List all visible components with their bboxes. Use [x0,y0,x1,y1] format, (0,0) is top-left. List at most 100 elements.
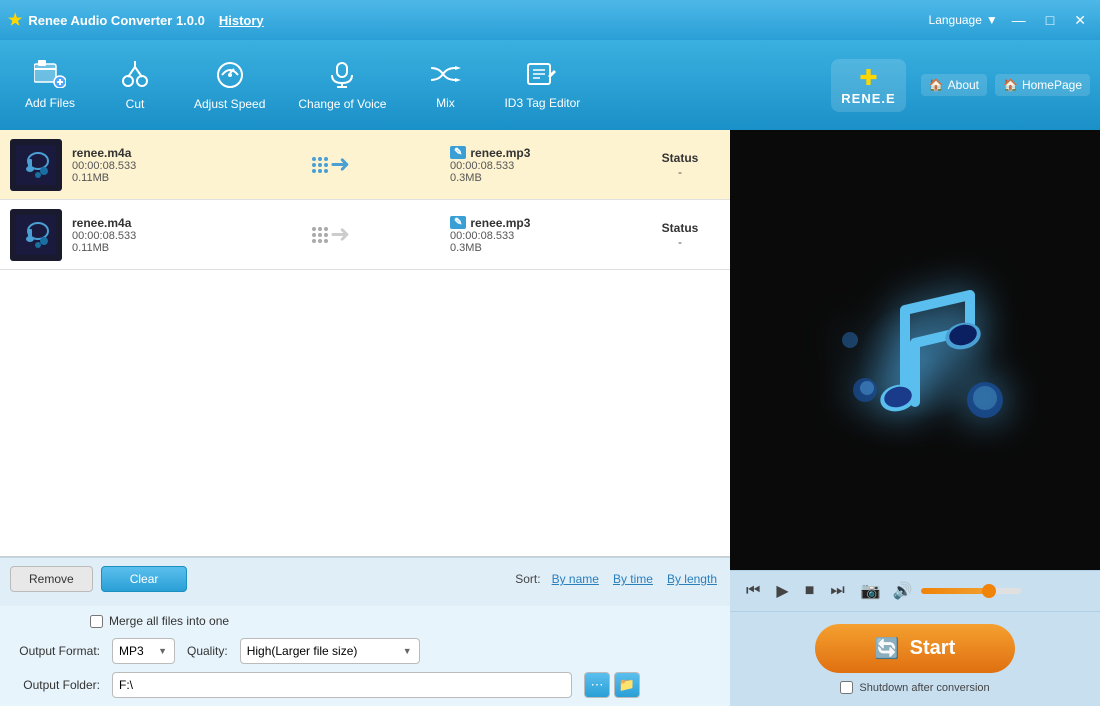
nav-links: 🏠 About 🏠 HomePage [921,74,1090,96]
folder-open-button[interactable]: 📁 [614,672,640,698]
homepage-icon: 🏠 [1003,78,1018,92]
merge-label[interactable]: Merge all files into one [109,614,229,628]
adjust-speed-icon [214,59,246,93]
volume-handle[interactable] [982,584,996,598]
brand-name: RENE.E [841,91,895,106]
bottom-controls: Remove Clear Sort: By name By time By le… [0,557,730,606]
app-title: Renee Audio Converter 1.0.0 [28,13,205,28]
play-button[interactable]: ▶ [772,579,792,603]
file-list[interactable]: renee.m4a 00:00:08.533 0.11MB ➜ [0,130,730,557]
app-logo-icon: ★ [8,10,22,30]
edit-icon[interactable]: ✎ [450,146,466,159]
about-label: About [948,78,979,92]
history-link[interactable]: History [219,13,264,28]
table-row[interactable]: renee.m4a 00:00:08.533 0.11MB ➜ [0,200,730,270]
sort-by-name-button[interactable]: By name [549,572,602,586]
rene-logo-icon: ✚ [859,65,877,91]
toolbar-adjust-speed[interactable]: Adjust Speed [180,53,279,117]
input-duration: 00:00:08.533 [72,230,212,242]
convert-arrow: ➜ [222,150,440,179]
language-button[interactable]: Language ▼ [929,13,998,27]
branding-area: ✚ RENE.E 🏠 About 🏠 HomePage [831,59,1090,112]
options-section: Merge all files into one Output Format: … [0,606,730,706]
input-file-info: renee.m4a 00:00:08.533 0.11MB [72,216,212,254]
quality-select[interactable]: High(Larger file size) Medium Low(Smalle… [240,638,420,664]
edit-icon[interactable]: ✎ [450,216,466,229]
folder-icon: 📁 [619,677,635,693]
player-controls: ⏮ ▶ ■ ⏭ 📷 🔊 [730,570,1100,611]
adjust-speed-label: Adjust Speed [194,97,265,111]
output-filename: ✎ renee.mp3 [450,216,630,230]
input-filename: renee.m4a [72,216,212,230]
shutdown-label[interactable]: Shutdown after conversion [859,682,989,694]
folder-buttons: ⋯ 📁 [584,672,640,698]
about-link[interactable]: 🏠 About [921,74,987,96]
format-row: Output Format: MP3 MP4 AAC FLAC WAV OGG … [10,638,720,664]
toolbar-id3-tag[interactable]: ID3 Tag Editor [490,54,594,116]
remove-button[interactable]: Remove [10,566,93,592]
skip-back-button[interactable]: ⏮ [742,580,764,602]
status-value: - [640,235,720,249]
homepage-link[interactable]: 🏠 HomePage [995,74,1090,96]
toolbar-change-of-voice[interactable]: Change of Voice [284,53,400,117]
skip-forward-icon: ⏭ [830,582,844,599]
main-area: renee.m4a 00:00:08.533 0.11MB ➜ [0,130,1100,706]
output-folder-label: Output Folder: [10,678,100,692]
right-arrow-icon: ➜ [330,150,350,179]
start-section: 🔄 Start Shutdown after conversion [730,611,1100,706]
folder-browse-button[interactable]: ⋯ [584,672,610,698]
shutdown-checkbox[interactable] [840,681,853,694]
sort-by-length-button[interactable]: By length [664,572,720,586]
input-size: 0.11MB [72,242,212,254]
mix-label: Mix [436,96,455,110]
output-file-info: ✎ renee.mp3 00:00:08.533 0.3MB [450,146,630,184]
add-files-icon [34,60,66,92]
stop-icon: ■ [805,582,815,599]
table-row[interactable]: renee.m4a 00:00:08.533 0.11MB ➜ [0,130,730,200]
volume-icon: 🔊 [893,581,913,601]
clear-button[interactable]: Clear [101,566,188,592]
folder-input[interactable] [112,672,572,698]
output-size: 0.3MB [450,172,630,184]
sort-by-time-button[interactable]: By time [610,572,656,586]
add-files-label: Add Files [25,96,75,110]
shutdown-row: Shutdown after conversion [840,681,989,694]
change-of-voice-label: Change of Voice [298,97,386,111]
status-label: Status [640,151,720,165]
id3-tag-label: ID3 Tag Editor [504,96,580,110]
about-icon: 🏠 [929,78,944,92]
close-button[interactable]: ✕ [1068,10,1092,31]
output-file-info: ✎ renee.mp3 00:00:08.533 0.3MB [450,216,630,254]
output-filename: ✎ renee.mp3 [450,146,630,160]
language-dropdown-icon: ▼ [986,13,998,27]
output-format-label: Output Format: [10,644,100,658]
minimize-button[interactable]: — [1006,10,1032,30]
id3-tag-icon [526,60,558,92]
merge-checkbox[interactable] [90,615,103,628]
output-duration: 00:00:08.533 [450,230,630,242]
quality-select-wrapper[interactable]: High(Larger file size) Medium Low(Smalle… [240,638,420,664]
convert-arrow: ➜ [222,220,440,249]
format-select[interactable]: MP3 MP4 AAC FLAC WAV OGG WMA [112,638,175,664]
change-of-voice-icon [327,59,357,93]
preview-area [730,130,1100,570]
toolbar-mix[interactable]: Mix [405,54,485,116]
merge-row: Merge all files into one [10,614,720,628]
music-visualization [815,250,1015,450]
screenshot-button[interactable]: 📷 [857,579,885,603]
cut-icon [120,59,150,93]
skip-forward-button[interactable]: ⏭ [826,580,848,602]
maximize-button[interactable]: □ [1040,10,1060,30]
sort-label: Sort: [515,572,540,586]
stop-button[interactable]: ■ [801,580,819,602]
status-area: Status - [640,221,720,249]
arrow-dots-icon [312,227,328,243]
volume-fill [921,588,991,594]
skip-back-icon: ⏮ [746,582,760,599]
toolbar-cut[interactable]: Cut [95,53,175,117]
file-panel: renee.m4a 00:00:08.533 0.11MB ➜ [0,130,730,706]
start-button[interactable]: 🔄 Start [815,624,1015,673]
cut-label: Cut [126,97,145,111]
toolbar-add-files[interactable]: Add Files [10,54,90,116]
format-select-wrapper[interactable]: MP3 MP4 AAC FLAC WAV OGG WMA [112,638,175,664]
